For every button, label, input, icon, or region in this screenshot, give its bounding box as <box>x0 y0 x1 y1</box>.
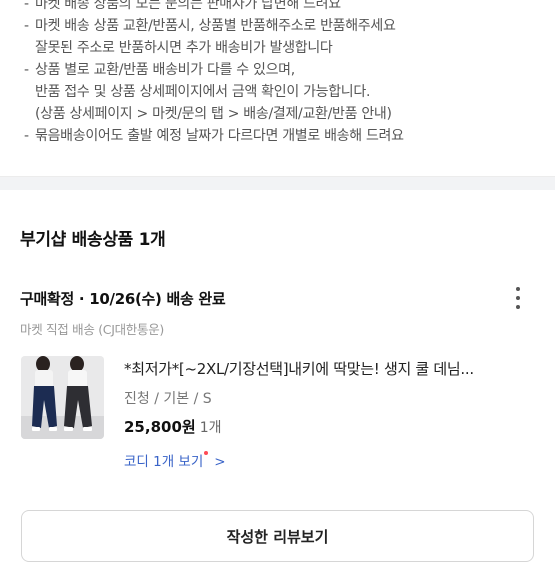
shipping-method: 마켓 직접 배송 (CJ대한통운) <box>20 322 164 337</box>
notice-text: 잘못된 주소로 반품하시면 추가 배송비가 발생합니다 <box>35 40 333 56</box>
notice-bullet: - <box>24 0 29 12</box>
notice-list: - 마켓 배송 상품의 모든 문의는 판매자가 답변해 드려요 - 마켓 배송 상품 … <box>24 0 404 147</box>
notice-text: 마켓 배송 상품의 모든 문의는 판매자가 답변해 드려요 <box>35 0 341 12</box>
notice-line: (상품 상세페이지 > 마켓/문의 탭 > 배송/결제/교환/반품 안내) <box>24 103 404 125</box>
notice-line: - 마켓 배송 상품의 모든 문의는 판매자가 답변해 드려요 <box>24 0 404 15</box>
new-badge-dot <box>204 451 209 455</box>
shipping-notice: - 마켓 배송 상품의 모든 문의는 판매자가 답변해 드려요 - 마켓 배송 상품 … <box>0 0 555 176</box>
notice-bullet: - <box>24 18 29 34</box>
product-price-row: 25,800원 1개 <box>124 416 221 437</box>
product-option: 진청 / 기본 / S <box>124 391 212 407</box>
product-image <box>21 356 104 439</box>
notice-line: - 마켓 배송 상품 교환/반품시, 상품별 반품해주소로 반품해주세요 <box>24 15 404 37</box>
product-name[interactable]: *최저가*[~2XL/기장선택]내키에 딱맞는! 생지 쿨 데님... <box>124 358 474 379</box>
seller-title: 부기샵 배송상품 1개 <box>20 230 166 250</box>
section-divider <box>0 176 555 191</box>
notice-text: (상품 상세페이지 > 마켓/문의 탭 > 배송/결제/교환/반품 안내) <box>35 106 392 122</box>
view-review-button[interactable]: 작성한 리뷰보기 <box>21 510 534 562</box>
order-section: 부기샵 배송상품 1개 구매확정 · 10/26(수) 배송 완료 마켓 직접 … <box>0 190 555 562</box>
notice-text: 상품 별로 교환/반품 배송비가 다를 수 있으며, <box>35 62 295 78</box>
codi-link-label: 코디 1개 보기 <box>124 454 204 470</box>
notice-text: 묶음배송이어도 출발 예정 날짜가 다르다면 개별로 배송해 드려요 <box>35 128 404 144</box>
notice-line: 반품 접수 및 상품 상세페이지에서 금액 확인이 가능합니다. <box>24 81 404 103</box>
chevron-right-icon: > <box>214 454 226 470</box>
more-options-icon[interactable] <box>510 285 526 313</box>
notice-line: 잘못된 주소로 반품하시면 추가 배송비가 발생합니다 <box>24 37 404 59</box>
notice-bullet: - <box>24 62 29 78</box>
product-quantity: 1개 <box>199 420 222 436</box>
product-thumbnail[interactable] <box>21 356 104 439</box>
product-price: 25,800원 <box>124 418 196 436</box>
notice-text: 반품 접수 및 상품 상세페이지에서 금액 확인이 가능합니다. <box>35 84 371 100</box>
notice-text: 마켓 배송 상품 교환/반품시, 상품별 반품해주소로 반품해주세요 <box>35 18 396 34</box>
codi-link[interactable]: 코디 1개 보기 > <box>124 450 226 470</box>
order-status: 구매확정 · 10/26(수) 배송 완료 <box>20 290 226 308</box>
notice-line: - 묶음배송이어도 출발 예정 날짜가 다르다면 개별로 배송해 드려요 <box>24 125 404 147</box>
notice-line: - 상품 별로 교환/반품 배송비가 다를 수 있으며, <box>24 59 404 81</box>
notice-bullet: - <box>24 128 29 144</box>
